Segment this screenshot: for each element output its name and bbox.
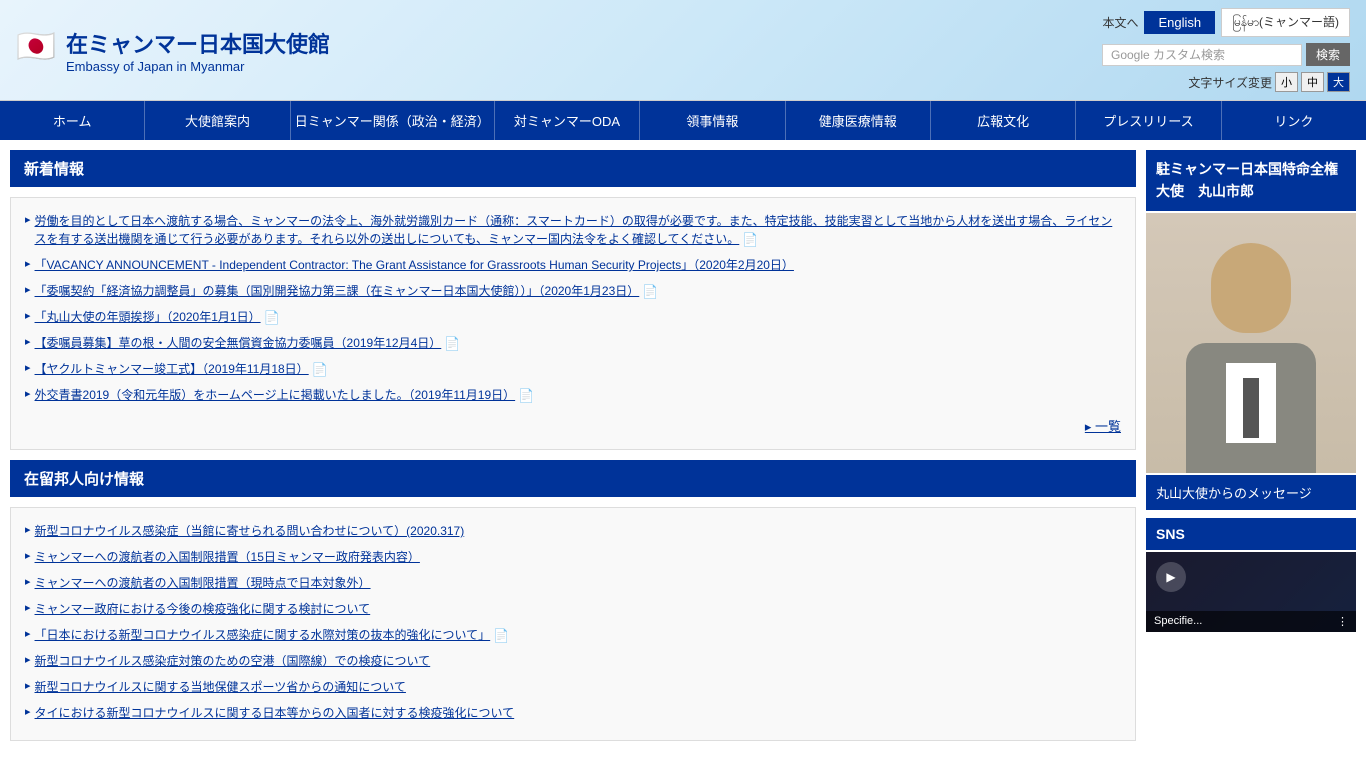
residents-list-item: 「日本における新型コロナウイルス感染症に関する水際対策の抜本的強化について」📄 bbox=[25, 622, 1121, 648]
ambassador-photo bbox=[1146, 213, 1356, 473]
news-link[interactable]: 「VACANCY ANNOUNCEMENT - Independent Cont… bbox=[35, 256, 794, 274]
portrait-body bbox=[1186, 343, 1316, 473]
page-header: 🇯🇵 在ミャンマー日本国大使館 Embassy of Japan in Myan… bbox=[0, 0, 1366, 101]
residents-list-item: ミャンマーへの渡航者の入国制限措置（15日ミャンマー政府発表内容） bbox=[25, 544, 1121, 570]
residents-link[interactable]: ミャンマー政府における今後の検疫強化に関する検討について bbox=[35, 600, 371, 618]
residents-list-item: 新型コロナウイルス感染症（当館に寄せられる問い合わせについて）(2020.317… bbox=[25, 518, 1121, 544]
ambassador-message-link[interactable]: 丸山大使からのメッセージ bbox=[1146, 475, 1356, 510]
site-title-japanese: 在ミャンマー日本国大使館 bbox=[66, 27, 330, 59]
japan-flag-icon: 🇯🇵 bbox=[16, 30, 56, 70]
nav-item[interactable]: リンク bbox=[1222, 101, 1366, 140]
residents-list-item: タイにおける新型コロナウイルスに関する日本等からの入国者に対する検疫強化について bbox=[25, 700, 1121, 726]
ambassador-portrait bbox=[1146, 213, 1356, 473]
nav-item[interactable]: プレスリリース bbox=[1076, 101, 1221, 140]
news-list-item: 外交青書2019（令和元年版）をホームページ上に掲載いたしました。（2019年1… bbox=[25, 382, 1121, 408]
nav-item[interactable]: 領事情報 bbox=[640, 101, 785, 140]
font-size-large-button[interactable]: 大 bbox=[1327, 72, 1350, 92]
font-size-controls: 文字サイズ変更 小 中 大 bbox=[1188, 72, 1350, 92]
nav-item[interactable]: 大使館案内 bbox=[145, 101, 290, 140]
nav-item[interactable]: 日ミャンマー関係（政治・経済） bbox=[291, 101, 495, 140]
nav-item[interactable]: 対ミャンマーODA bbox=[495, 101, 640, 140]
residents-list-item: 新型コロナウイルスに関する当地保健スポーツ省からの通知について bbox=[25, 674, 1121, 700]
residents-link[interactable]: 新型コロナウイルスに関する当地保健スポーツ省からの通知について bbox=[35, 678, 406, 696]
news-link[interactable]: 労働を目的として日本へ渡航する場合、ミャンマーの法令上、海外就労識別カード（通称… bbox=[35, 212, 1121, 248]
document-icon: 📄 bbox=[264, 310, 278, 326]
ambassador-title: 駐ミャンマー日本国特命全権大使 丸山市郎 bbox=[1146, 150, 1356, 211]
residents-section: 在留邦人向け情報 新型コロナウイルス感染症（当館に寄せられる問い合わせについて）… bbox=[10, 460, 1136, 741]
sidebar: 駐ミャンマー日本国特命全権大使 丸山市郎 丸山大使からのメッセージ SNS ▶ … bbox=[1146, 150, 1356, 751]
search-input[interactable] bbox=[1102, 44, 1302, 66]
nav-item[interactable]: 健康医療情報 bbox=[786, 101, 931, 140]
residents-list-item: 新型コロナウイルス感染症対策のための空港（国際線）での検疫について bbox=[25, 648, 1121, 674]
news-list-item: 「委嘱契約「経済協力調整員」の募集（国別開発協力第三課（在ミャンマー日本国大使館… bbox=[25, 278, 1121, 304]
document-icon: 📄 bbox=[642, 284, 656, 300]
news-section-header: 新着情報 bbox=[10, 150, 1136, 187]
more-link[interactable]: 一覧 bbox=[1085, 419, 1121, 434]
more-link-row: 一覧 bbox=[25, 408, 1121, 435]
search-button[interactable]: 検索 bbox=[1306, 43, 1350, 66]
sns-section-header: SNS bbox=[1146, 518, 1356, 550]
main-navigation: ホーム大使館案内日ミャンマー関係（政治・経済）対ミャンマーODA領事情報健康医療… bbox=[0, 101, 1366, 140]
news-link[interactable]: 【委嘱員募集】草の根・人間の安全無償資金協力委嘱員（2019年12月4日）📄 bbox=[35, 334, 459, 352]
residents-section-header: 在留邦人向け情報 bbox=[10, 460, 1136, 497]
sns-video[interactable]: ▶ Specifie... ⋮ bbox=[1146, 552, 1356, 632]
news-list-item: 【ヤクルトミャンマー竣工式】（2019年11月18日）📄 bbox=[25, 356, 1121, 382]
residents-link[interactable]: ミャンマーへの渡航者の入国制限措置（現時点で日本対象外） bbox=[35, 574, 371, 592]
news-link[interactable]: 外交青書2019（令和元年版）をホームページ上に掲載いたしました。（2019年1… bbox=[35, 386, 533, 404]
nav-item[interactable]: 広報文化 bbox=[931, 101, 1076, 140]
news-list-item: 「丸山大使の年頭挨拶」（2020年1月1日）📄 bbox=[25, 304, 1121, 330]
portrait-head bbox=[1211, 243, 1291, 333]
font-size-small-button[interactable]: 小 bbox=[1275, 72, 1298, 92]
document-icon: 📄 bbox=[518, 388, 532, 404]
video-play-icon[interactable]: ▶ bbox=[1156, 562, 1186, 592]
document-icon: 📄 bbox=[444, 336, 458, 352]
content-area: 新着情報 労働を目的として日本へ渡航する場合、ミャンマーの法令上、海外就労識別カ… bbox=[10, 150, 1136, 751]
site-titles: 在ミャンマー日本国大使館 Embassy of Japan in Myanmar bbox=[66, 27, 330, 74]
residents-link[interactable]: 「日本における新型コロナウイルス感染症に関する水際対策の抜本的強化について」📄 bbox=[35, 626, 508, 644]
news-list-item: 【委嘱員募集】草の根・人間の安全無償資金協力委嘱員（2019年12月4日）📄 bbox=[25, 330, 1121, 356]
residents-link[interactable]: ミャンマーへの渡航者の入国制限措置（15日ミャンマー政府発表内容） bbox=[35, 548, 420, 566]
residents-link[interactable]: タイにおける新型コロナウイルスに関する日本等からの入国者に対する検疫強化について bbox=[35, 704, 515, 722]
search-bar: 検索 bbox=[1102, 43, 1350, 66]
myanmar-button[interactable]: မြန်မာ(ミャンマー語) bbox=[1221, 8, 1350, 37]
video-menu-icon[interactable]: ⋮ bbox=[1337, 615, 1348, 628]
news-list-item: 「VACANCY ANNOUNCEMENT - Independent Cont… bbox=[25, 252, 1121, 278]
residents-list-item: ミャンマー政府における今後の検疫強化に関する検討について bbox=[25, 596, 1121, 622]
news-list: 労働を目的として日本へ渡航する場合、ミャンマーの法令上、海外就労識別カード（通称… bbox=[10, 197, 1136, 450]
news-list-item: 労働を目的として日本へ渡航する場合、ミャンマーの法令上、海外就労識別カード（通称… bbox=[25, 208, 1121, 252]
residents-list: 新型コロナウイルス感染症（当館に寄せられる問い合わせについて）(2020.317… bbox=[10, 507, 1136, 741]
news-link[interactable]: 「丸山大使の年頭挨拶」（2020年1月1日）📄 bbox=[35, 308, 278, 326]
video-label: Specifie... bbox=[1154, 615, 1202, 627]
header-controls: 本文へ English မြန်မာ(ミャンマー語) 検索 文字サイズ変更 小 … bbox=[1102, 8, 1350, 92]
news-link[interactable]: 【ヤクルトミャンマー竣工式】（2019年11月18日）📄 bbox=[35, 360, 326, 378]
news-section: 新着情報 労働を目的として日本へ渡航する場合、ミャンマーの法令上、海外就労識別カ… bbox=[10, 150, 1136, 450]
english-button[interactable]: English bbox=[1144, 11, 1215, 34]
document-icon: 📄 bbox=[742, 232, 756, 248]
logo-area: 🇯🇵 在ミャンマー日本国大使館 Embassy of Japan in Myan… bbox=[16, 27, 330, 74]
honbun-link[interactable]: 本文へ bbox=[1102, 14, 1138, 31]
font-size-label: 文字サイズ変更 bbox=[1188, 74, 1272, 91]
video-overlay: Specifie... ⋮ bbox=[1146, 611, 1356, 632]
nav-item[interactable]: ホーム bbox=[0, 101, 145, 140]
main-container: 新着情報 労働を目的として日本へ渡航する場合、ミャンマーの法令上、海外就労識別カ… bbox=[0, 140, 1366, 761]
residents-link[interactable]: 新型コロナウイルス感染症対策のための空港（国際線）での検疫について bbox=[35, 652, 431, 670]
language-bar: 本文へ English မြန်မာ(ミャンマー語) bbox=[1102, 8, 1350, 37]
portrait-tie bbox=[1243, 378, 1259, 438]
document-icon: 📄 bbox=[493, 628, 507, 644]
document-icon: 📄 bbox=[312, 362, 326, 378]
residents-link[interactable]: 新型コロナウイルス感染症（当館に寄せられる問い合わせについて）(2020.317… bbox=[35, 522, 465, 540]
font-size-medium-button[interactable]: 中 bbox=[1301, 72, 1324, 92]
residents-list-item: ミャンマーへの渡航者の入国制限措置（現時点で日本対象外） bbox=[25, 570, 1121, 596]
site-title-english: Embassy of Japan in Myanmar bbox=[66, 59, 330, 74]
news-link[interactable]: 「委嘱契約「経済協力調整員」の募集（国別開発協力第三課（在ミャンマー日本国大使館… bbox=[35, 282, 657, 300]
